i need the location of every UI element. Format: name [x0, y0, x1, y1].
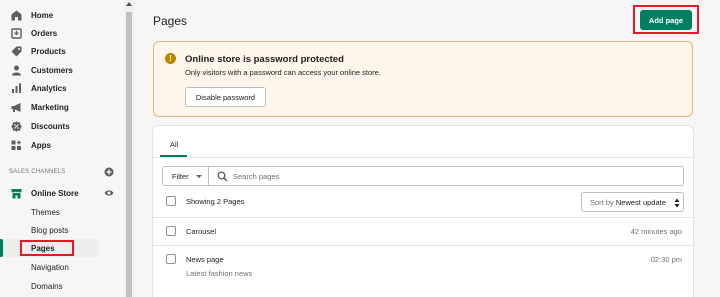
- person-icon: [11, 65, 22, 76]
- sidebar-subitem-label: Domains: [31, 282, 63, 291]
- search-icon: [217, 171, 228, 182]
- showing-count: Showing 2 Pages: [186, 197, 245, 206]
- sort-label: Sort by Newest update: [590, 198, 666, 207]
- updated-time: 02:30 pm: [650, 255, 682, 264]
- page-title-cell[interactable]: Carousel: [186, 227, 216, 236]
- warning-icon: !: [165, 53, 176, 64]
- apps-icon: [11, 140, 22, 151]
- sidebar-item-home[interactable]: Home: [0, 6, 124, 24]
- sidebar-subitem-domains[interactable]: Domains: [0, 277, 124, 295]
- sidebar-item-products[interactable]: Products: [0, 42, 124, 60]
- search-placeholder: Search pages: [233, 172, 280, 181]
- page-title: Pages: [153, 14, 188, 28]
- sidebar-item-marketing[interactable]: Marketing: [0, 98, 124, 116]
- row-checkbox[interactable]: [166, 226, 176, 236]
- sidebar-subitem-label: Blog posts: [31, 226, 69, 235]
- sales-channels-heading: SALES CHANNELS: [9, 169, 66, 175]
- tab-all[interactable]: All: [160, 132, 187, 157]
- add-channel-icon[interactable]: [104, 167, 114, 177]
- sidebar-item-label: Analytics: [31, 83, 67, 93]
- sidebar-item-label: Home: [31, 10, 54, 20]
- sort-value: Newest update: [615, 198, 666, 207]
- page-title-cell[interactable]: News page: [186, 255, 224, 264]
- sidebar-item-apps[interactable]: Apps: [0, 136, 124, 154]
- sidebar-item-customers[interactable]: Customers: [0, 61, 124, 79]
- sidebar-item-label: Products: [31, 46, 66, 56]
- tag-icon: [11, 46, 22, 57]
- home-icon: [11, 10, 22, 21]
- sort-prefix: Sort by: [590, 198, 614, 207]
- sidebar-subitem-navigation[interactable]: Navigation: [0, 258, 124, 276]
- row-checkbox[interactable]: [166, 254, 176, 264]
- updated-time: 42 minutes ago: [630, 227, 682, 236]
- pages-highlight-box: [20, 240, 74, 256]
- disable-password-button[interactable]: Disable password: [185, 87, 266, 107]
- sidebar-item-label: Discounts: [31, 121, 70, 131]
- divider: [153, 157, 693, 158]
- sidebar-item-label: Marketing: [31, 102, 69, 112]
- bar-chart-icon: [11, 83, 22, 94]
- sidebar-item-analytics[interactable]: Analytics: [0, 79, 124, 97]
- eye-icon[interactable]: [104, 189, 114, 197]
- scroll-up-arrow-icon[interactable]: [126, 2, 132, 6]
- sidebar-item-label: Apps: [31, 140, 51, 150]
- sidebar-item-label: Online Store: [31, 188, 79, 198]
- sidebar-item-orders[interactable]: Orders: [0, 24, 124, 42]
- select-all-checkbox[interactable]: [166, 196, 176, 206]
- sidebar-subitem-blog-posts[interactable]: Blog posts: [0, 221, 124, 239]
- search-input[interactable]: Search pages: [208, 166, 684, 186]
- sort-updown-icon: [674, 198, 680, 208]
- tab-label: All: [170, 140, 179, 149]
- sidebar-item-label: Orders: [31, 28, 58, 38]
- store-icon: [11, 188, 22, 199]
- add-page-button[interactable]: Add page: [640, 10, 692, 30]
- filter-label: Filter: [172, 172, 189, 181]
- sidebar-subitem-themes[interactable]: Themes: [0, 203, 124, 221]
- table-row[interactable]: Carousel 42 minutes ago: [153, 218, 693, 245]
- sort-select[interactable]: Sort by Newest update: [581, 192, 684, 212]
- filter-button[interactable]: Filter: [162, 166, 209, 186]
- sidebar-item-label: Customers: [31, 65, 73, 75]
- megaphone-icon: [11, 102, 22, 113]
- sidebar-subitem-label: Themes: [31, 208, 60, 217]
- sidebar-item-online-store[interactable]: Online Store: [0, 184, 124, 202]
- sidebar-item-discounts[interactable]: Discounts: [0, 117, 124, 135]
- banner-title: Online store is password protected: [185, 54, 344, 65]
- sidebar-subitem-label: Navigation: [31, 263, 69, 272]
- discount-icon: [11, 121, 22, 132]
- pages-card: All Filter Search pages Showing 2 Pages …: [153, 126, 693, 297]
- password-banner: ! Online store is password protected Onl…: [153, 41, 693, 117]
- active-indicator: [0, 239, 3, 257]
- banner-description: Only visitors with a password can access…: [185, 68, 381, 77]
- caret-down-icon: [196, 175, 202, 178]
- orders-icon: [11, 28, 22, 39]
- page-subtitle: Latest fashion news: [186, 269, 253, 278]
- table-row[interactable]: News page Latest fashion news 02:30 pm: [153, 246, 693, 286]
- scrollbar-thumb[interactable]: [126, 12, 132, 297]
